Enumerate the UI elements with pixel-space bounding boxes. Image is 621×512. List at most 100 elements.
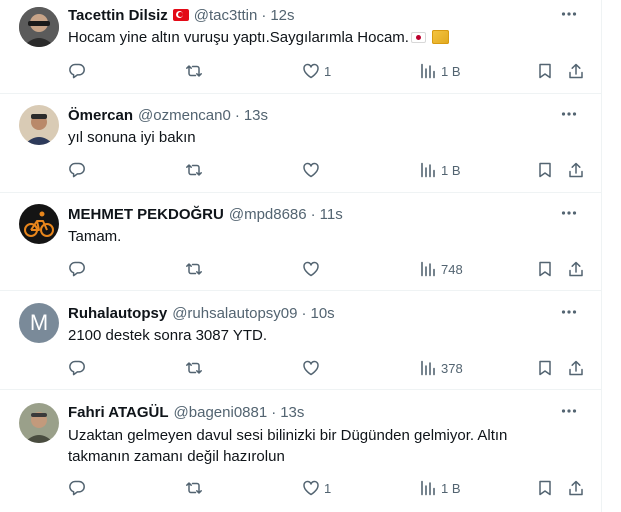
reply-button[interactable] <box>68 60 86 82</box>
views-chart-icon <box>421 261 435 277</box>
more-options-icon[interactable] <box>560 402 578 420</box>
like-count: 1 <box>324 480 332 496</box>
tweet-header: Tacettin Dilsiz @tac3ttin · 12s <box>68 5 295 25</box>
bookmark-button[interactable] <box>536 258 554 280</box>
author-handle[interactable]: @tac3ttin <box>194 7 258 24</box>
author-name[interactable]: Tacettin Dilsiz <box>68 7 168 24</box>
author-name[interactable]: Ruhalautopsy <box>68 305 167 322</box>
like-button[interactable]: 1 <box>302 477 331 499</box>
share-icon <box>569 480 583 496</box>
japan-flag-emoji-icon <box>410 32 426 43</box>
like-button[interactable] <box>302 159 324 181</box>
retweet-button[interactable] <box>185 357 203 379</box>
timestamp[interactable]: 13s <box>280 404 304 421</box>
like-button[interactable]: 1 <box>302 60 331 82</box>
separator-dot: · <box>261 6 267 24</box>
retweet-button[interactable] <box>185 159 203 181</box>
tweet-actions: 1 1 B <box>68 60 588 82</box>
author-name[interactable]: Fahri ATAGÜL <box>68 404 169 421</box>
avatar-photo <box>19 105 59 145</box>
views-button[interactable]: 378 <box>419 357 463 379</box>
heart-icon <box>303 360 319 376</box>
avatar[interactable] <box>19 105 59 145</box>
retweet-icon <box>186 482 202 494</box>
tweet-header: Ruhalautopsy @ruhsalautopsy09 · 10s <box>68 303 335 323</box>
avatar[interactable] <box>19 7 59 47</box>
author-name[interactable]: Ömercan <box>68 107 133 124</box>
share-icon <box>569 360 583 376</box>
separator-dot: · <box>301 304 307 322</box>
avatar[interactable] <box>19 403 59 443</box>
bookmark-button[interactable] <box>536 159 554 181</box>
more-options-icon[interactable] <box>560 105 578 123</box>
more-options-icon[interactable] <box>560 5 578 23</box>
bookmark-button[interactable] <box>536 357 554 379</box>
views-button[interactable]: 1 B <box>419 477 461 499</box>
reply-button[interactable] <box>68 258 86 280</box>
bookmark-icon <box>539 480 551 496</box>
author-handle[interactable]: @mpd8686 <box>229 206 307 223</box>
reply-icon <box>69 63 85 79</box>
share-button[interactable] <box>567 477 585 499</box>
tweet-actions: 1 1 B <box>68 477 588 499</box>
tweet-text-container: Hocam yine altın vuruşu yaptı.Saygılarım… <box>68 28 578 48</box>
share-button[interactable] <box>567 60 585 82</box>
timestamp[interactable]: 12s <box>270 7 294 24</box>
tweet[interactable]: Tacettin Dilsiz @tac3ttin · 12s Hocam yi… <box>0 0 602 94</box>
gold-bar-emoji-icon <box>431 30 449 44</box>
tweet[interactable]: Fahri ATAGÜL @bageni0881 · 13s Uzaktan g… <box>0 390 602 512</box>
bookmark-icon <box>539 162 551 178</box>
tweet-text: Hocam yine altın vuruşu yaptı.Saygılarım… <box>68 29 409 46</box>
tweet[interactable]: M Ruhalautopsy @ruhsalautopsy09 · 10s 21… <box>0 291 602 390</box>
bookmark-button[interactable] <box>536 477 554 499</box>
bookmark-icon <box>539 261 551 277</box>
views-button[interactable]: 1 B <box>419 60 461 82</box>
share-icon <box>569 63 583 79</box>
author-handle[interactable]: @ozmencan0 <box>138 107 231 124</box>
share-icon <box>569 261 583 277</box>
timestamp[interactable]: 13s <box>244 107 268 124</box>
tweet-header: Fahri ATAGÜL @bageni0881 · 13s <box>68 402 304 422</box>
heart-icon <box>303 261 319 277</box>
avatar-photo <box>19 7 59 47</box>
more-options-icon[interactable] <box>560 303 578 321</box>
avatar[interactable]: M <box>19 303 59 343</box>
bookmark-icon <box>539 360 551 376</box>
author-name[interactable]: MEHMET PEKDOĞRU <box>68 206 224 223</box>
retweet-button[interactable] <box>185 477 203 499</box>
tweet-text: Uzaktan gelmeyen davul sesi bilinizki bi… <box>68 427 508 465</box>
reply-button[interactable] <box>68 159 86 181</box>
reply-button[interactable] <box>68 477 86 499</box>
timestamp[interactable]: 10s <box>311 305 335 322</box>
views-count: 378 <box>441 360 463 376</box>
like-button[interactable] <box>302 258 324 280</box>
retweet-button[interactable] <box>185 258 203 280</box>
like-count: 1 <box>324 63 332 79</box>
bookmark-button[interactable] <box>536 60 554 82</box>
tweet-text: 2100 destek sonra 3087 YTD. <box>68 327 268 344</box>
views-chart-icon <box>421 63 435 79</box>
heart-icon <box>303 162 319 178</box>
share-button[interactable] <box>567 357 585 379</box>
turkey-flag-icon <box>172 9 189 21</box>
timestamp[interactable]: 11s <box>320 206 343 223</box>
avatar[interactable] <box>19 204 59 244</box>
avatar-photo <box>19 403 59 443</box>
separator-dot: · <box>234 106 240 124</box>
reply-button[interactable] <box>68 357 86 379</box>
like-button[interactable] <box>302 357 324 379</box>
tweet[interactable]: MEHMET PEKDOĞRU @mpd8686 · 11s Tamam. 74… <box>0 193 602 291</box>
views-button[interactable]: 1 B <box>419 159 461 181</box>
more-options-icon[interactable] <box>560 204 578 222</box>
share-button[interactable] <box>567 258 585 280</box>
views-button[interactable]: 748 <box>419 258 463 280</box>
author-handle[interactable]: @ruhsalautopsy09 <box>172 305 297 322</box>
views-chart-icon <box>421 360 435 376</box>
author-handle[interactable]: @bageni0881 <box>174 404 268 421</box>
share-button[interactable] <box>567 159 585 181</box>
avatar-letter: M <box>29 310 49 335</box>
tweet[interactable]: Ömercan @ozmencan0 · 13s yıl sonuna iyi … <box>0 94 602 193</box>
views-count: 1 B <box>441 480 461 496</box>
retweet-icon <box>186 164 202 176</box>
retweet-button[interactable] <box>185 60 203 82</box>
